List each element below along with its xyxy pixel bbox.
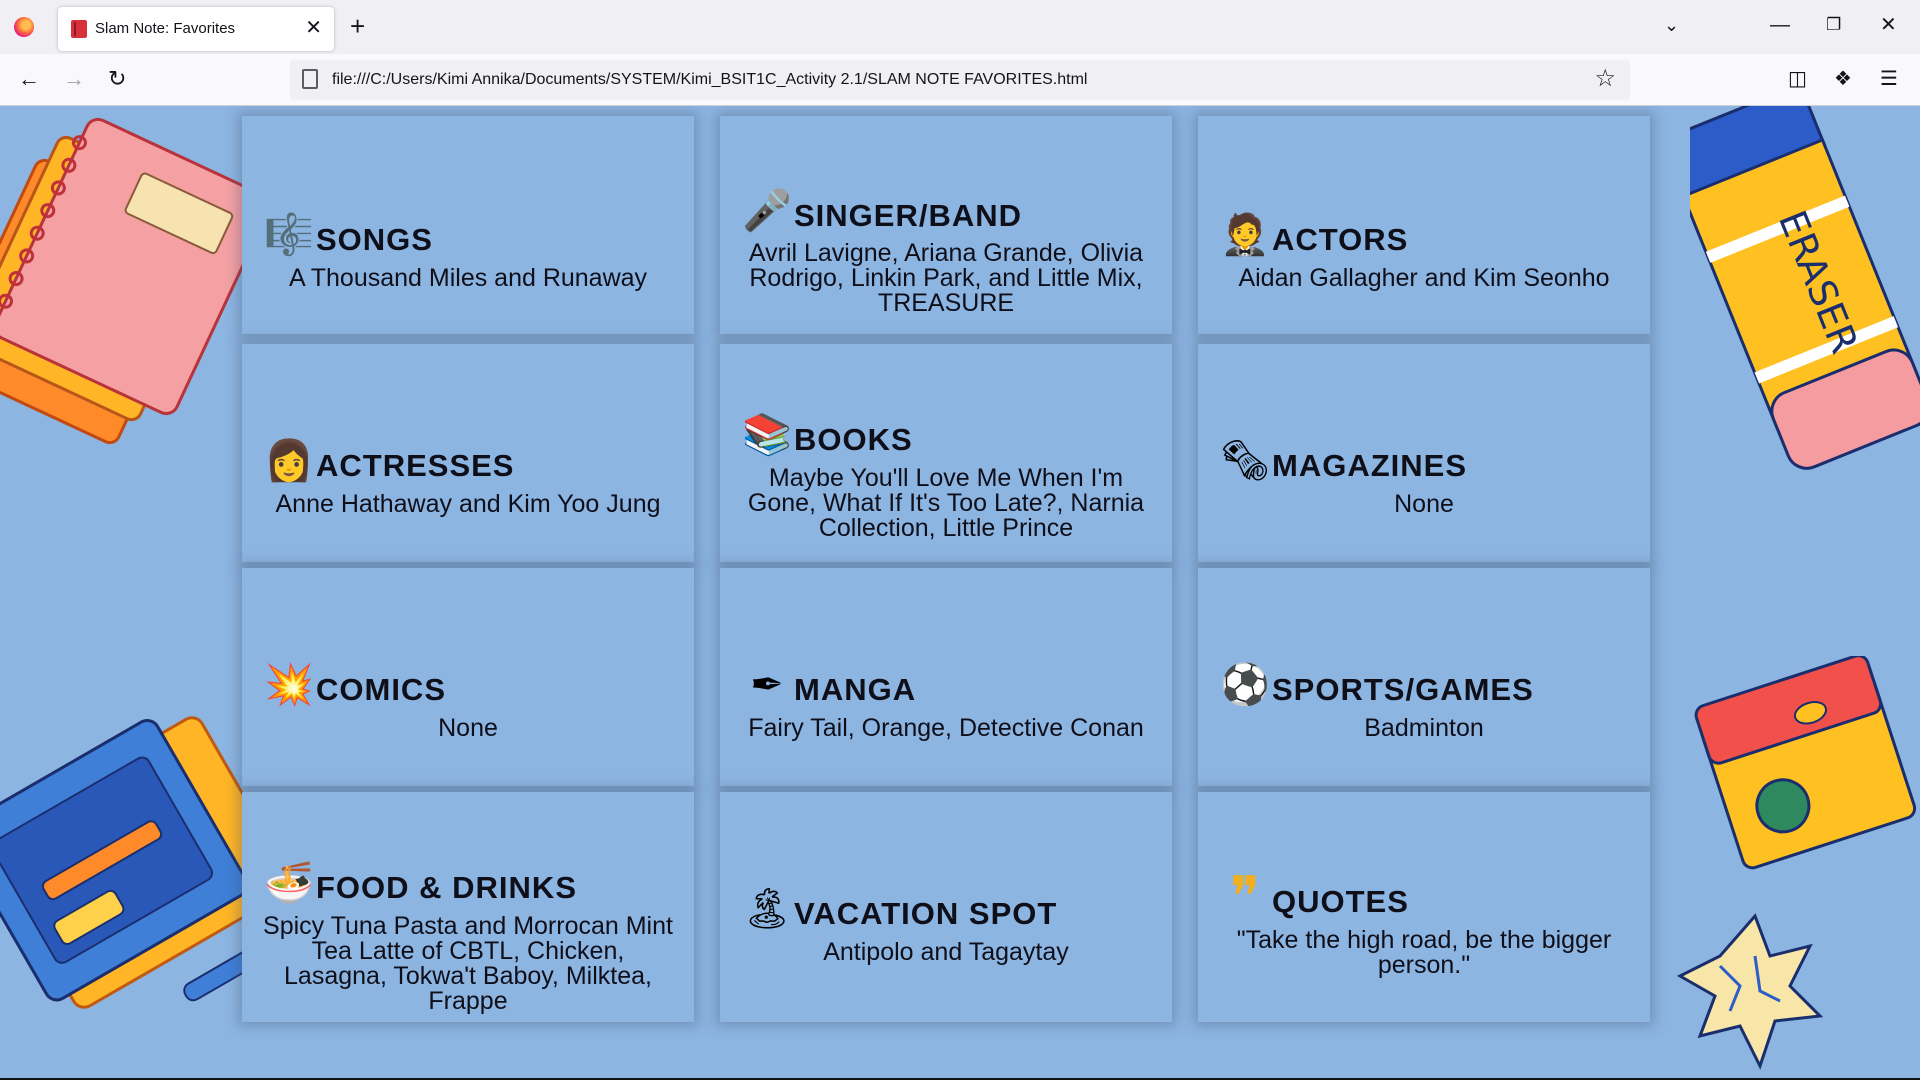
reload-icon[interactable]: ↻ bbox=[108, 66, 126, 92]
favorite-card-actresses: 👩 ACTRESSES Anne Hathaway and Kim Yoo Ju… bbox=[242, 344, 694, 562]
url-text[interactable]: file:///C:/Users/Kimi Annika/Documents/S… bbox=[332, 71, 1087, 89]
favorite-card-books: 📚 BOOKS Maybe You'll Love Me When I'm Go… bbox=[720, 344, 1172, 562]
sharpener-illustration bbox=[1676, 656, 1917, 1070]
page-document-icon bbox=[302, 69, 318, 89]
favorite-card-manga: ✒ MANGA Fairy Tail, Orange, Detective Co… bbox=[720, 568, 1172, 786]
hamburger-menu-icon[interactable]: ☰ bbox=[1880, 66, 1898, 92]
favorite-card-songs: 🎼 SONGS A Thousand Miles and Runaway bbox=[242, 116, 694, 334]
tab-list-chevron-icon[interactable]: ⌄ bbox=[1664, 13, 1679, 37]
card-title: VACATION SPOT bbox=[794, 896, 1058, 931]
newspaper-stack-icon: 🗞 bbox=[1219, 439, 1271, 483]
favorite-card-magazines: 🗞 MAGAZINES None bbox=[1198, 344, 1650, 562]
card-body: Avril Lavigne, Ariana Grande, Olivia Rod… bbox=[748, 239, 1144, 317]
card-body: Spicy Tuna Pasta and Morrocan Mint Tea L… bbox=[263, 912, 673, 1015]
card-body: None bbox=[438, 714, 498, 742]
card-body: None bbox=[1394, 490, 1454, 518]
restore-icon[interactable]: ❐ bbox=[1826, 13, 1841, 37]
forward-arrow-icon[interactable]: → bbox=[63, 66, 85, 92]
card-title: MAGAZINES bbox=[1272, 448, 1467, 483]
favorite-card-quotes: ❞ QUOTES "Take the high road, be the big… bbox=[1198, 792, 1650, 1022]
man-in-suit-icon: 🤵 bbox=[1220, 213, 1270, 257]
notebook-favicon-icon bbox=[71, 20, 87, 38]
browser-tab[interactable]: Slam Note: Favorites ✕ bbox=[58, 7, 334, 51]
card-title: MANGA bbox=[794, 672, 917, 707]
books-icon: 📚 bbox=[742, 413, 792, 457]
favorite-card-actors: 🤵 ACTORS Aidan Gallagher and Kim Seonho bbox=[1198, 116, 1650, 334]
card-title: SPORTS/GAMES bbox=[1272, 672, 1534, 707]
favorite-card-comics: 💥 COMICS None bbox=[242, 568, 694, 786]
food-bowl-icon: 🍜 bbox=[264, 861, 314, 905]
page-content: ERASER 🎼 SONGS A Thousand Miles and Runa… bbox=[0, 106, 1920, 1080]
extensions-puzzle-icon[interactable]: ❖ bbox=[1834, 66, 1852, 92]
browser-tab-bar: Slam Note: Favorites ✕ + ⌄ — ❐ ✕ bbox=[0, 0, 1920, 54]
new-tab-icon[interactable]: + bbox=[350, 12, 365, 40]
comic-burst-icon: 💥 bbox=[264, 663, 314, 707]
firefox-logo-icon[interactable] bbox=[14, 17, 34, 37]
address-bar[interactable]: file:///C:/Users/Kimi Annika/Documents/S… bbox=[290, 60, 1630, 100]
back-arrow-icon[interactable]: ← bbox=[18, 66, 40, 92]
tab-close-icon[interactable]: ✕ bbox=[305, 17, 322, 39]
card-body: Aidan Gallagher and Kim Seonho bbox=[1238, 264, 1610, 292]
microphone-icon: 🎤 bbox=[742, 189, 792, 233]
sports-ball-icon: ⚽ bbox=[1220, 663, 1270, 707]
card-title: ACTRESSES bbox=[316, 448, 515, 483]
browser-nav-bar: ← → ↻ file:///C:/Users/Kimi Annika/Docum… bbox=[0, 54, 1920, 106]
eraser-illustration: ERASER bbox=[1690, 106, 1920, 470]
card-body: Maybe You'll Love Me When I'm Gone, What… bbox=[747, 464, 1145, 542]
woman-icon: 👩 bbox=[264, 439, 314, 483]
favorite-card-sports-games: ⚽ SPORTS/GAMES Badminton bbox=[1198, 568, 1650, 786]
card-title: SINGER/BAND bbox=[794, 198, 1023, 233]
favorite-card-vacation-spot: 🏝 VACATION SPOT Antipolo and Tagaytay bbox=[720, 792, 1172, 1022]
island-icon: 🏝 bbox=[741, 887, 793, 931]
bookmark-star-icon[interactable]: ☆ bbox=[1594, 66, 1616, 92]
card-body: "Take the high road, be the bigger perso… bbox=[1236, 926, 1612, 979]
pocket-icon[interactable]: ◫ bbox=[1788, 66, 1807, 92]
card-body: Anne Hathaway and Kim Yoo Jung bbox=[275, 490, 661, 518]
card-title: ACTORS bbox=[1272, 222, 1409, 257]
card-body: Badminton bbox=[1364, 714, 1484, 742]
quote-marks-icon: ❞ bbox=[1229, 865, 1261, 928]
favorite-card-food-drinks: 🍜 FOOD & DRINKS Spicy Tuna Pasta and Mor… bbox=[242, 792, 694, 1022]
card-body: Fairy Tail, Orange, Detective Conan bbox=[748, 714, 1144, 742]
pen-sketch-icon: ✒ bbox=[750, 663, 784, 707]
minimize-icon[interactable]: — bbox=[1770, 13, 1790, 37]
card-title: SONGS bbox=[316, 222, 433, 257]
card-title: QUOTES bbox=[1272, 884, 1409, 919]
card-title: COMICS bbox=[316, 672, 446, 707]
tab-title: Slam Note: Favorites bbox=[95, 20, 236, 37]
favorite-card-singer-band: 🎤 SINGER/BAND Avril Lavigne, Ariana Gran… bbox=[720, 116, 1172, 334]
window-close-icon[interactable]: ✕ bbox=[1880, 13, 1897, 37]
card-title: BOOKS bbox=[794, 422, 913, 457]
card-body: A Thousand Miles and Runaway bbox=[288, 264, 648, 292]
card-body: Antipolo and Tagaytay bbox=[823, 938, 1069, 966]
card-title: FOOD & DRINKS bbox=[316, 870, 577, 905]
music-notes-icon: 🎼 bbox=[264, 213, 314, 257]
